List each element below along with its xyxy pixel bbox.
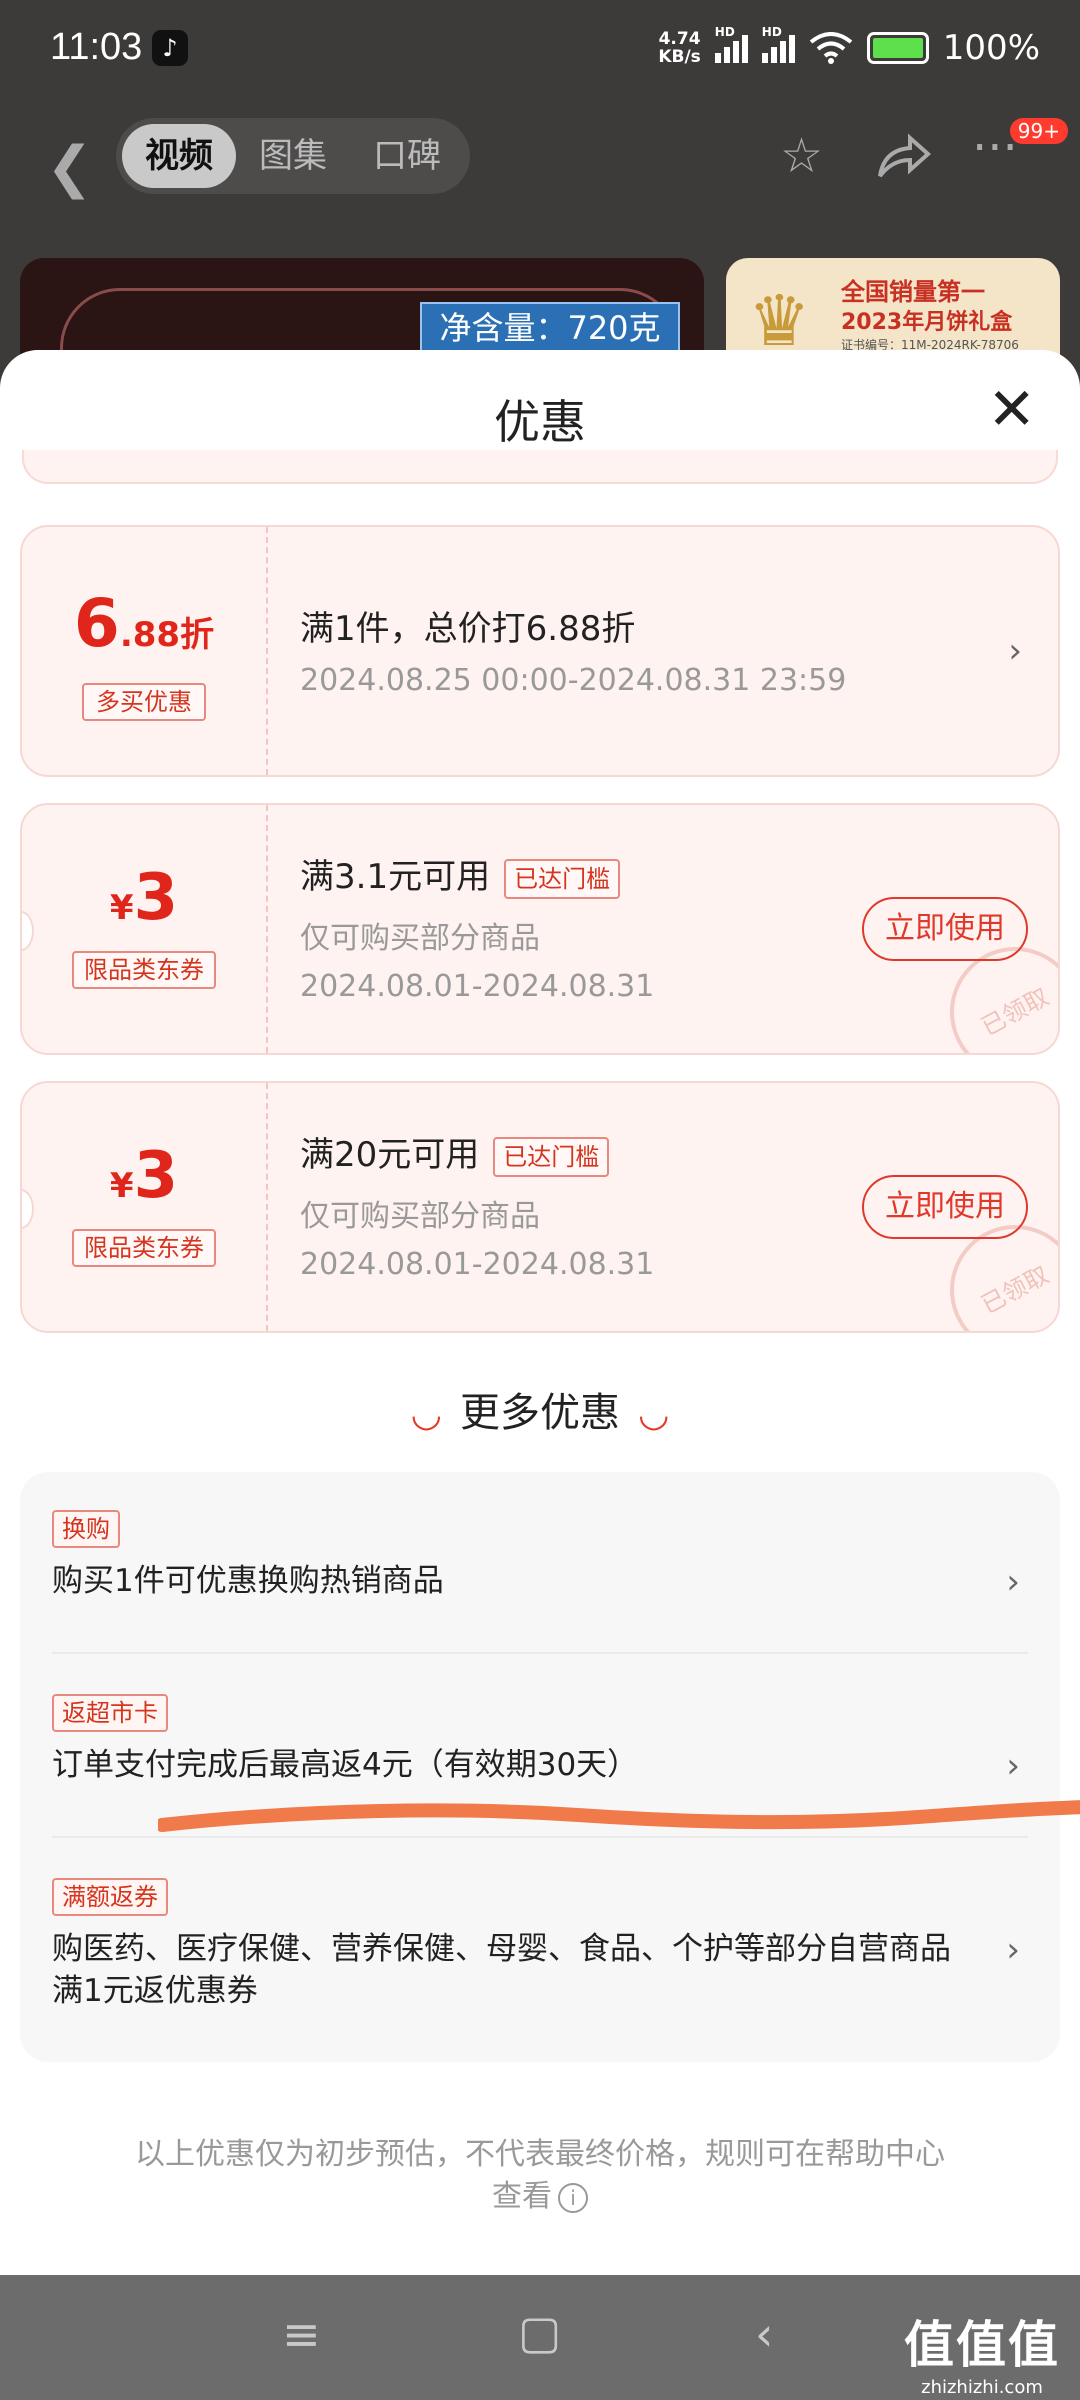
sheet-title: 优惠 xyxy=(494,395,586,449)
coupon-card-partial xyxy=(22,450,1058,484)
coupon-scope: 仅可购买部分商品 xyxy=(300,1199,540,1234)
tab-gallery[interactable]: 图集 xyxy=(236,124,350,188)
star-icon[interactable]: ☆ xyxy=(780,128,823,184)
disclaimer-text: 以上优惠仅为初步预估，不代表最终价格，规则可在帮助中心查看 xyxy=(135,2137,945,2214)
back-nav-icon[interactable]: ‹ xyxy=(755,2307,773,2361)
coupon-card[interactable]: 6.88折 多买优惠 满1件，总价打6.88折 2024.08.25 00:00… xyxy=(20,525,1060,777)
coupon-title-row: 满3.1元可用 已达门槛 xyxy=(300,849,621,899)
coupon-value: 6.88折 xyxy=(22,585,266,662)
more-discounts-title: 更多优惠 xyxy=(460,1390,620,1436)
hd-label: HD xyxy=(714,25,735,39)
signal-icon: HD xyxy=(714,25,748,63)
discount-description: 购医药、医疗保健、营养保健、母婴、食品、个护等部分自营商品满1元返优惠券 xyxy=(52,1931,951,2009)
list-item[interactable]: 换购 购买1件可优惠换购热销商品 › xyxy=(52,1510,1028,1602)
network-speed: 4.74 KB/s xyxy=(658,30,700,66)
coupon-value-sub: .88折 xyxy=(119,615,215,655)
watermark-url: zhizhizhi.com xyxy=(921,2377,1043,2398)
discount-description: 购买1件可优惠换购热销商品 xyxy=(52,1563,444,1599)
coupon-tag: 限品类东券 xyxy=(72,951,216,989)
use-now-button[interactable]: 立即使用 xyxy=(862,1175,1028,1239)
coupon-tag: 限品类东券 xyxy=(72,1229,216,1267)
back-icon[interactable]: ❮ xyxy=(46,135,93,200)
battery-icon xyxy=(866,32,929,64)
coupon-period: 2024.08.01-2024.08.31 xyxy=(300,969,655,1004)
discount-type-label: 返超市卡 xyxy=(52,1694,168,1732)
threshold-reached-badge: 已达门槛 xyxy=(504,858,621,899)
promo-line1: 全国销量第一 xyxy=(841,278,985,306)
tab-video[interactable]: 视频 xyxy=(122,124,236,188)
status-bar: 11:03 ♪ 4.74 KB/s HD HD 100% xyxy=(0,0,1080,100)
coupon-tag: 多买优惠 xyxy=(82,683,206,721)
more-discounts-list: 换购 购买1件可优惠换购热销商品 › 返超市卡 订单支付完成后最高返4元（有效期… xyxy=(20,1472,1060,2062)
discount-sheet: 优惠 ✕ 6.88折 多买优惠 满1件，总价打6.88折 2024.08.25 … xyxy=(0,350,1080,2275)
coupon-period: 2024.08.01-2024.08.31 xyxy=(300,1247,655,1282)
coupon-title-row: 满20元可用 已达门槛 xyxy=(300,1127,610,1177)
network-speed-value: 4.74 xyxy=(658,29,701,49)
coupon-title: 满3.1元可用 xyxy=(300,857,491,897)
list-item[interactable]: 返超市卡 订单支付完成后最高返4元（有效期30天） › xyxy=(52,1694,1028,1786)
coupon-title: 满20元可用 xyxy=(300,1135,480,1175)
chevron-right-icon: › xyxy=(1006,1930,1020,1970)
status-icons: 4.74 KB/s HD HD 100% xyxy=(658,25,1040,68)
discount-description: 订单支付完成后最高返4元（有效期30天） xyxy=(52,1747,639,1783)
close-icon[interactable]: ✕ xyxy=(987,380,1036,438)
media-tabs: 视频 图集 口碑 xyxy=(116,118,470,194)
threshold-reached-badge: 已达门槛 xyxy=(493,1136,610,1177)
menu-icon[interactable]: ≡ xyxy=(282,2307,321,2361)
coupon-value: ¥3 xyxy=(22,861,266,935)
coupon-card: ¥3 限品类东券 满20元可用 已达门槛 仅可购买部分商品 2024.08.01-… xyxy=(20,1081,1060,1333)
status-time: 11:03 xyxy=(50,26,143,68)
coupon-period: 2024.08.25 00:00-2024.08.31 23:59 xyxy=(300,663,847,698)
tiktok-icon: ♪ xyxy=(152,30,188,66)
coupon-value-main: 3 xyxy=(133,1139,179,1213)
smile-icon: ◡ xyxy=(638,1394,670,1435)
coupon-value-main: 3 xyxy=(133,861,179,935)
coupon-scope: 仅可购买部分商品 xyxy=(300,921,540,956)
coupon-currency: ¥ xyxy=(109,888,134,928)
chevron-right-icon: › xyxy=(1006,1746,1020,1786)
watermark: 值值值 zhizhizhi.com xyxy=(904,2305,1060,2398)
signal-icon: HD xyxy=(761,25,795,63)
coupon-currency: ¥ xyxy=(109,1166,134,1206)
battery-percent: 100% xyxy=(942,28,1040,68)
hd-label: HD xyxy=(761,25,782,39)
list-item[interactable]: 满额返券 购医药、医疗保健、营养保健、母婴、食品、个护等部分自营商品满1元返优惠… xyxy=(52,1878,1028,2012)
wifi-icon xyxy=(809,32,853,64)
more-discounts-heading: ◡ 更多优惠 ◡ xyxy=(0,1380,1080,1438)
tab-reviews[interactable]: 口碑 xyxy=(350,124,464,188)
promo-line2: 2023年月饼礼盒 xyxy=(841,310,1013,335)
info-icon[interactable]: i xyxy=(558,2182,588,2213)
top-nav: ❮ 视频 图集 口碑 ☆ ··· 99+ xyxy=(0,110,1080,230)
chevron-right-icon: › xyxy=(1006,1562,1020,1602)
discount-type-label: 满额返券 xyxy=(52,1878,168,1916)
notification-badge: 99+ xyxy=(1009,118,1068,144)
use-now-button[interactable]: 立即使用 xyxy=(862,897,1028,961)
disclaimer: 以上优惠仅为初步预估，不代表最终价格，规则可在帮助中心查看 i xyxy=(130,2134,950,2218)
smile-icon: ◡ xyxy=(410,1394,442,1435)
coupon-card: ¥3 限品类东券 满3.1元可用 已达门槛 仅可购买部分商品 2024.08.01… xyxy=(20,803,1060,1055)
coupon-value: ¥3 xyxy=(22,1139,266,1213)
watermark-logo: 值值值 xyxy=(904,2316,1060,2374)
net-weight-label: 净含量：720克 xyxy=(420,302,680,354)
share-icon[interactable] xyxy=(876,132,932,180)
home-icon[interactable]: ▢ xyxy=(518,2305,561,2359)
annotation-underline xyxy=(158,1800,1080,1832)
coupon-title: 满1件，总价打6.88折 xyxy=(300,609,636,649)
coupon-value-main: 6 xyxy=(73,585,120,662)
chevron-right-icon: › xyxy=(1008,631,1022,671)
discount-type-label: 换购 xyxy=(52,1510,120,1548)
network-speed-unit: KB/s xyxy=(658,47,701,67)
